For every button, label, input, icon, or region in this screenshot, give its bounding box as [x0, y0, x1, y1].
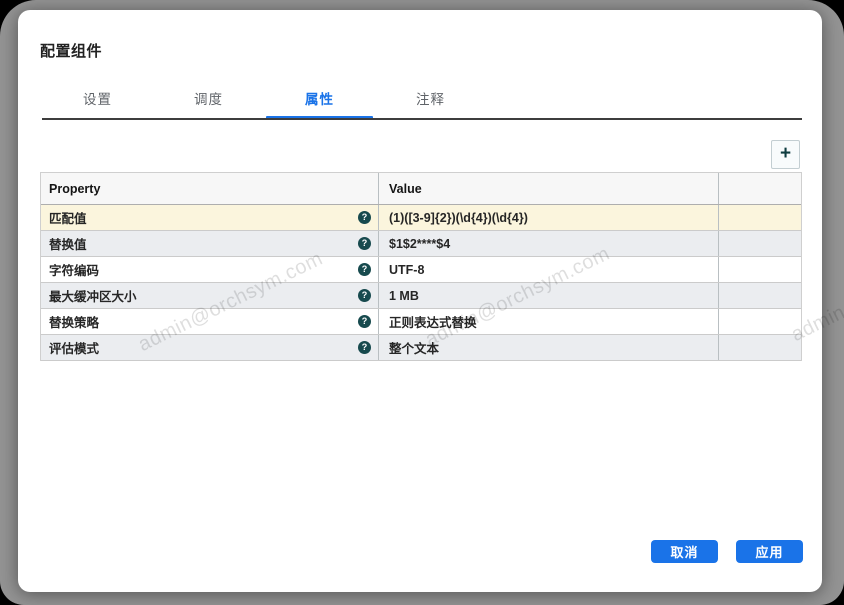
table-row[interactable]: 替换策略 ? 正则表达式替换	[41, 309, 801, 335]
help-icon[interactable]: ?	[358, 237, 371, 250]
tabs-divider	[42, 118, 802, 120]
properties-table: Property Value 匹配值 ? (1)([3-9]{2})(\d{4}…	[40, 172, 802, 361]
apply-button[interactable]: 应用	[736, 540, 803, 563]
column-header-filler	[719, 173, 801, 204]
property-value: UTF-8	[389, 263, 424, 277]
property-name: 评估模式	[49, 338, 99, 357]
cancel-button[interactable]: 取消	[651, 540, 718, 563]
property-cell[interactable]: 替换策略 ?	[41, 309, 379, 334]
property-name: 最大缓冲区大小	[49, 286, 137, 305]
property-name: 替换值	[49, 234, 87, 253]
value-cell[interactable]: 整个文本	[379, 335, 719, 360]
property-cell[interactable]: 替换值 ?	[41, 231, 379, 256]
property-name: 匹配值	[49, 208, 87, 227]
property-value: (1)([3-9]{2})(\d{4})(\d{4})	[389, 211, 528, 225]
tab-scheduling[interactable]: 调度	[153, 88, 264, 116]
tab-properties[interactable]: 属性	[264, 88, 375, 116]
value-cell[interactable]: 1 MB	[379, 283, 719, 308]
dialog-tabs: 设置 调度 属性 注释	[42, 88, 486, 116]
value-cell[interactable]: $1$2****$4	[379, 231, 719, 256]
filler-cell	[719, 257, 801, 282]
table-row[interactable]: 替换值 ? $1$2****$4	[41, 231, 801, 257]
value-cell[interactable]: (1)([3-9]{2})(\d{4})(\d{4})	[379, 205, 719, 230]
property-cell[interactable]: 评估模式 ?	[41, 335, 379, 360]
tab-settings[interactable]: 设置	[42, 88, 153, 116]
property-value: 正则表达式替换	[389, 312, 477, 331]
value-cell[interactable]: UTF-8	[379, 257, 719, 282]
add-property-button[interactable]: +	[771, 140, 800, 169]
help-icon[interactable]: ?	[358, 289, 371, 302]
dialog-title: 配置组件	[40, 40, 102, 61]
filler-cell	[719, 335, 801, 360]
tab-comments[interactable]: 注释	[375, 88, 486, 116]
table-row[interactable]: 最大缓冲区大小 ? 1 MB	[41, 283, 801, 309]
help-icon[interactable]: ?	[358, 211, 371, 224]
filler-cell	[719, 283, 801, 308]
property-cell[interactable]: 匹配值 ?	[41, 205, 379, 230]
table-header-row: Property Value	[41, 173, 801, 205]
help-icon[interactable]: ?	[358, 315, 371, 328]
property-cell[interactable]: 字符编码 ?	[41, 257, 379, 282]
filler-cell	[719, 205, 801, 230]
help-icon[interactable]: ?	[358, 341, 371, 354]
table-row[interactable]: 评估模式 ? 整个文本	[41, 335, 801, 361]
property-name: 替换策略	[49, 312, 99, 331]
property-value: 1 MB	[389, 289, 419, 303]
property-value: 整个文本	[389, 338, 439, 357]
property-value: $1$2****$4	[389, 237, 450, 251]
configure-component-dialog: 配置组件 设置 调度 属性 注释 + Property Value 匹配值 ? …	[18, 10, 822, 592]
column-header-value: Value	[379, 173, 719, 204]
plus-icon: +	[780, 144, 791, 163]
column-header-property: Property	[41, 173, 379, 204]
filler-cell	[719, 231, 801, 256]
help-icon[interactable]: ?	[358, 263, 371, 276]
filler-cell	[719, 309, 801, 334]
property-name: 字符编码	[49, 260, 99, 279]
table-row[interactable]: 匹配值 ? (1)([3-9]{2})(\d{4})(\d{4})	[41, 205, 801, 231]
properties-table-body: 匹配值 ? (1)([3-9]{2})(\d{4})(\d{4}) 替换值 ? …	[41, 205, 801, 361]
value-cell[interactable]: 正则表达式替换	[379, 309, 719, 334]
table-row[interactable]: 字符编码 ? UTF-8	[41, 257, 801, 283]
property-cell[interactable]: 最大缓冲区大小 ?	[41, 283, 379, 308]
